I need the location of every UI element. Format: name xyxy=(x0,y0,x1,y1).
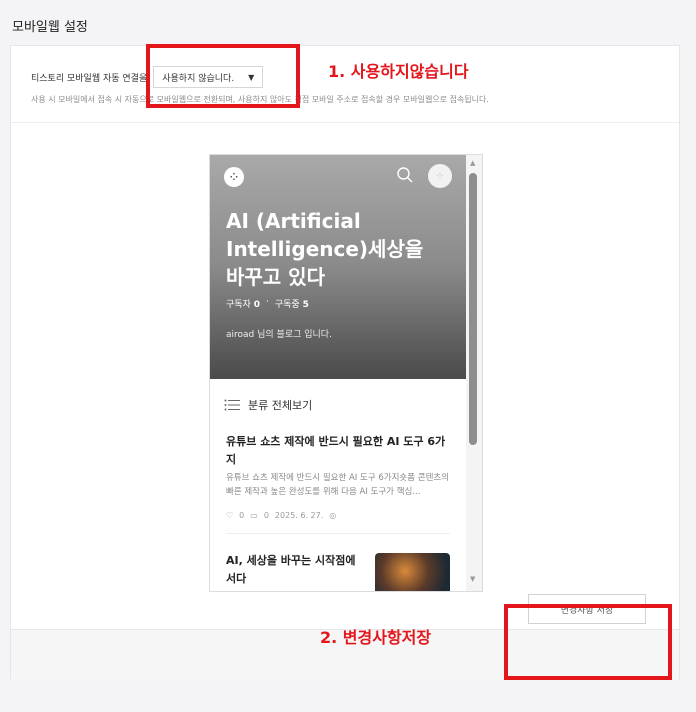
category-label: 분류 전체보기 xyxy=(248,399,313,412)
annotation-box-save xyxy=(504,604,672,680)
comment-icon: ▭ xyxy=(250,511,258,520)
page-title: 모바일웹 설정 xyxy=(12,20,88,35)
post-title: AI, 세상을 바꾸는 시작점에 서다 xyxy=(226,554,356,585)
tistory-logo-icon: ⁘ xyxy=(224,167,244,187)
mobile-preview: ⁘ ⁘ AI (Artificial Intelligence)세상을 바꾸고 … xyxy=(209,154,483,592)
post-date: 2025. 6. 27. xyxy=(274,511,324,520)
post-excerpt: 유튜브 쇼츠 제작에 반드시 필요한 AI 도구 6가지숏폼 콘텐츠의 빠른 제… xyxy=(226,473,450,497)
settings-panel: 티스토리 모바일웹 자동 연결을 사용하지 않습니다. ▼ 사용 시 모바일에서… xyxy=(10,45,680,680)
following: 구독중 5 xyxy=(274,300,309,310)
like-count: 0 xyxy=(239,511,245,520)
annotation-label-1: 1. 사용하지않습니다 xyxy=(328,62,469,81)
annotation-box-select xyxy=(146,44,300,108)
post-thumbnail xyxy=(375,553,450,591)
category-all: 분류 전체보기 xyxy=(224,397,312,413)
search-icon xyxy=(397,167,413,183)
heart-icon: ♡ xyxy=(226,511,234,520)
post-meta: ♡ 0 ▭ 0 2025. 6. 27. ◎ xyxy=(226,511,336,520)
annotation-label-2: 2. 변경사항저장 xyxy=(320,628,432,647)
preview-stats: 구독자 0 · 구독중 5 xyxy=(226,297,309,310)
preview-blog-title: AI (Artificial Intelligence)세상을 바꾸고 있다 xyxy=(226,209,424,289)
list-icon xyxy=(224,399,240,411)
post-title: 유튜브 쇼츠 제작에 반드시 필요한 AI 도구 6가지 xyxy=(226,435,446,466)
comment-count: 0 xyxy=(263,511,269,520)
divider xyxy=(226,533,450,534)
scroll-thumb[interactable] xyxy=(469,173,477,445)
scroll-down-icon[interactable]: ▼ xyxy=(470,575,475,583)
preview-blog-description: airoad 님의 블로그 입니다. xyxy=(226,330,332,340)
eye-off-icon: ◎ xyxy=(329,511,337,520)
setting-label: 티스토리 모바일웹 자동 연결을 xyxy=(31,73,148,84)
scroll-up-icon[interactable]: ▲ xyxy=(470,159,475,167)
divider xyxy=(11,122,679,123)
profile-icon: ⁘ xyxy=(428,164,452,188)
preview-hero: ⁘ ⁘ AI (Artificial Intelligence)세상을 바꾸고 … xyxy=(210,155,466,379)
subscribers: 구독자 0 xyxy=(226,300,260,310)
